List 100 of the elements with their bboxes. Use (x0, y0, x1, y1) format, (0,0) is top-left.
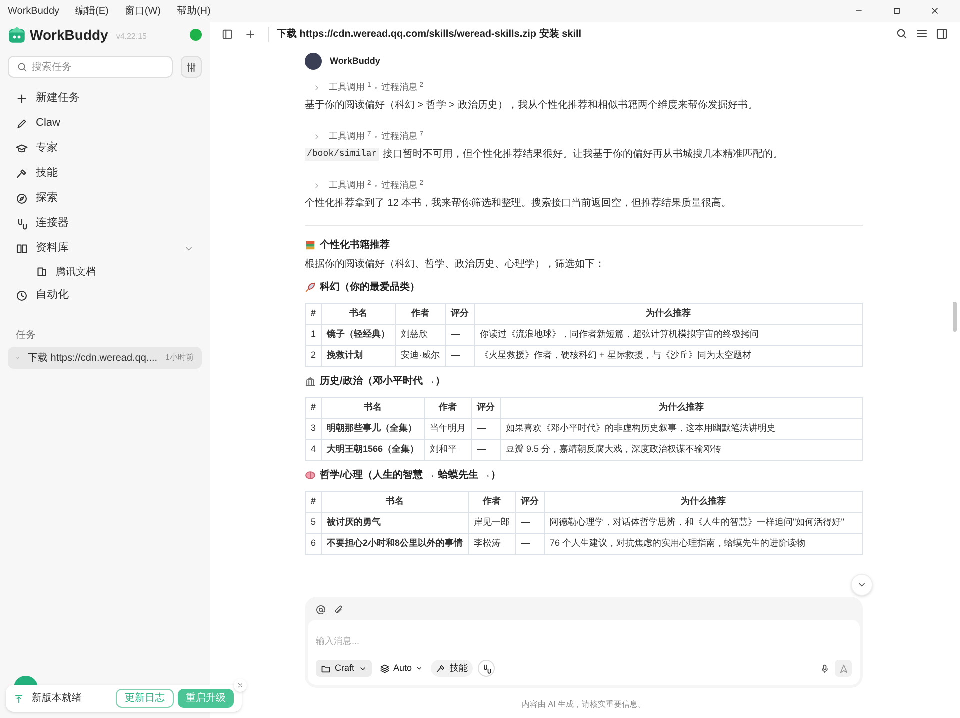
table-cell: 1 (306, 324, 322, 346)
close-icon (237, 682, 244, 689)
nav-item[interactable]: 专家 (8, 136, 202, 161)
column-header: 评分 (472, 398, 501, 418)
clock-icon (16, 290, 28, 302)
status-icon (190, 29, 202, 41)
table-cell: 你读过《流浪地球》，同作者新短篇，超弦计算机模拟宇宙的终极拷问 (474, 324, 862, 346)
menu-icon[interactable] (916, 28, 928, 40)
group-heading: 历史/政治（邓小平时代 →） (320, 374, 446, 389)
message-input[interactable]: 输入消息... (316, 632, 852, 650)
scrollbar-thumb[interactable] (953, 302, 957, 332)
message-text: 基于你的阅读偏好（科幻 > 哲学 > 政治历史），我从个性化推荐和相似书籍两个维度来帮你发掘好书。 (305, 98, 758, 113)
table-cell: 6 (306, 534, 322, 554)
nav-item[interactable]: 自动化 (8, 283, 202, 308)
tool-calls-toggle[interactable]: 工具调用 $^{7}$ (329, 130, 372, 144)
search-icon[interactable] (896, 28, 908, 40)
table-cell: 挽救计划 (322, 346, 396, 366)
search-input[interactable]: 搜索任务 (32, 60, 164, 74)
tool-calls-toggle[interactable]: 工具调用 $^{1}$ (329, 81, 372, 95)
nav-item[interactable]: 新建任务 (8, 86, 202, 111)
nav-item[interactable]: 探索 (8, 186, 202, 211)
send-button[interactable] (835, 660, 852, 677)
folder-icon (321, 664, 331, 674)
table-cell: — (516, 512, 545, 534)
at-sign-icon[interactable] (316, 605, 326, 615)
column-header: 为什么推荐 (500, 398, 862, 418)
message-field[interactable]: 输入消息... Craft Auto 技能 (308, 620, 860, 685)
intro-text: 根据你的阅读偏好（科幻、哲学、政治历史、心理学），筛选如下： (305, 258, 606, 272)
skills-button[interactable]: 技能 (431, 660, 474, 677)
process-messages-toggle[interactable]: 过程消息 $^{2}$ (381, 179, 424, 193)
search-icon (17, 62, 28, 72)
panel-icon[interactable] (936, 28, 948, 40)
book-icon (16, 242, 28, 254)
table-cell: — (472, 418, 501, 440)
section-heading: 个性化书籍推荐 (320, 238, 390, 253)
nav-item[interactable]: 连接器 (8, 211, 202, 236)
column-header: 为什么推荐 (544, 492, 862, 512)
table-cell: 大明王朝1566（全集） (322, 440, 425, 460)
table-cell: 刘慈欣 (396, 324, 446, 346)
close-icon[interactable] (930, 6, 940, 16)
table-cell: 如果喜欢《邓小平时代》的非虚构历史叙事，这本用幽默笔法讲明史 (500, 418, 862, 440)
column-header: 书名 (322, 398, 425, 418)
table-cell: 镜子（轻经典） (322, 324, 396, 346)
column-header: 作者 (396, 304, 446, 324)
process-messages-toggle[interactable]: 过程消息 $^{7}$ (381, 130, 424, 144)
nav-subitem[interactable]: 腾讯文档 (8, 261, 202, 283)
search-field[interactable]: 搜索任务 (8, 56, 173, 78)
microphone-icon[interactable] (820, 664, 830, 674)
plus-icon[interactable] (245, 28, 256, 40)
send-icon (838, 664, 848, 674)
table-cell: 《火星救援》作者，硬核科幻 + 星际救援，与《沙丘》同为太空题材 (474, 346, 862, 366)
paperclip-icon[interactable] (334, 605, 344, 615)
task-item[interactable]: 下载 https://cdn.weread.qq.... 1小时前 (8, 347, 202, 369)
column-header: 为什么推荐 (474, 304, 862, 324)
table-cell: — (472, 440, 501, 460)
connector-button[interactable] (478, 660, 496, 677)
table-cell: 4 (306, 440, 322, 460)
table-cell: 阿德勒心理学，对话体哲学思辨，和《人生的智慧》一样追问"如何活得好" (544, 512, 862, 534)
inline-code: /book/similar (305, 148, 380, 162)
hammer-icon (16, 168, 28, 180)
menu-item[interactable]: 帮助(H) (176, 4, 211, 18)
layers-icon (380, 664, 390, 674)
table-cell: 5 (306, 512, 322, 534)
model-dropdown[interactable]: Auto (376, 660, 426, 677)
building-icon (305, 376, 316, 387)
table-cell: 刘和平 (424, 440, 472, 460)
tool-calls-toggle[interactable]: 工具调用 $^{2}$ (329, 179, 372, 193)
table-cell: 不要担心2小时和8公里以外的事情 (322, 534, 469, 554)
disclaimer-text: 内容由 AI 生成，请核实重要信息。 (522, 700, 646, 709)
mode-dropdown[interactable]: Craft (316, 660, 372, 677)
document-icon (36, 266, 48, 278)
column-header: 评分 (446, 304, 475, 324)
maximize-icon[interactable] (892, 6, 902, 16)
sliders-icon (186, 62, 197, 72)
compass-icon (16, 192, 28, 204)
process-messages-toggle[interactable]: 过程消息 $^{2}$ (381, 81, 424, 95)
column-header: 评分 (516, 492, 545, 512)
column-header: # (306, 398, 322, 418)
brand-name: WorkBuddy (30, 26, 108, 45)
app-name: WorkBuddy (8, 4, 60, 18)
hammer-icon (436, 664, 446, 674)
menu-item[interactable]: 编辑(E) (76, 4, 109, 18)
graduation-cap-icon (16, 142, 28, 154)
message-text: 个性化推荐拿到了 12 本书，我来帮你筛选和整理。搜索接口当前返回空，但推荐结果质量很高。 (305, 196, 732, 211)
table-cell: 当年明月 (424, 418, 472, 440)
nav-item[interactable]: 技能 (8, 161, 202, 186)
table-cell: 明朝那些事儿（全集） (322, 418, 425, 440)
pen-icon (16, 118, 28, 130)
logo-icon (8, 26, 26, 44)
table-cell: 3 (306, 418, 322, 440)
column-header: # (306, 304, 322, 324)
chevron-down-icon (416, 665, 424, 672)
nav-item[interactable]: Claw (8, 111, 202, 136)
table-cell: — (446, 324, 475, 346)
filter-button[interactable] (181, 56, 202, 78)
nav-item[interactable]: 资料库 (8, 236, 202, 261)
column-header: 作者 (424, 398, 472, 418)
sidebar-toggle-icon[interactable] (222, 28, 233, 40)
menu-item[interactable]: 窗口(W) (124, 4, 161, 18)
table-cell: 76 个人生建议，对抗焦虑的实用心理指南，蛤蟆先生的进阶读物 (544, 534, 862, 554)
